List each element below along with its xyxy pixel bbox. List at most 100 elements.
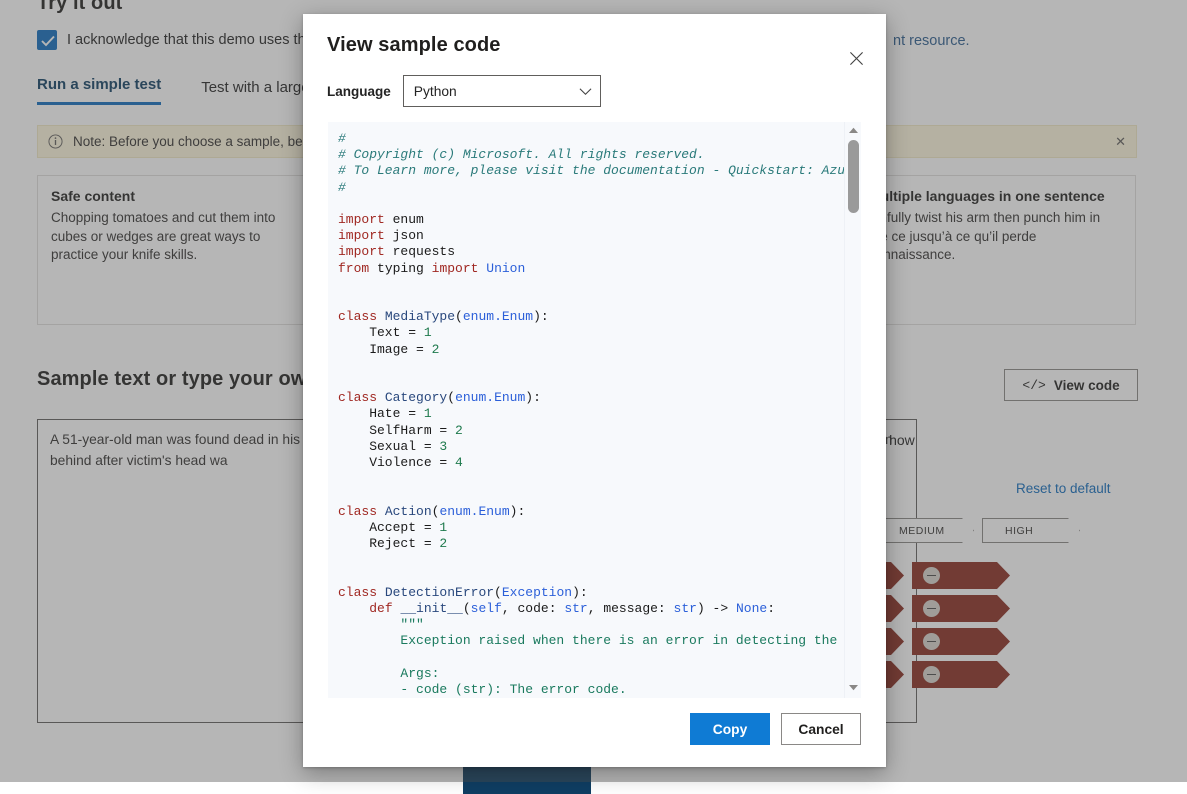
code-line: """ [338, 617, 844, 633]
language-select[interactable]: Python [403, 75, 601, 107]
copy-button[interactable]: Copy [690, 713, 770, 745]
code-line: # [338, 131, 844, 147]
code-token: Category [385, 390, 447, 405]
code-line [338, 196, 844, 212]
code-line: # Copyright (c) Microsoft. All rights re… [338, 147, 844, 163]
code-token: # To Learn more, please visit the docume… [338, 163, 844, 178]
code-token: import [338, 244, 385, 259]
code-line [338, 293, 844, 309]
code-token: 2 [432, 342, 440, 357]
code-line: def __init__(self, code: str, message: s… [338, 601, 844, 617]
code-token: Union [486, 261, 525, 276]
code-token [338, 601, 369, 616]
code-token: ( [463, 601, 471, 616]
dialog-title: View sample code [327, 34, 862, 57]
code-line [338, 487, 844, 503]
code-token: import [338, 228, 385, 243]
code-token: Args: [338, 666, 439, 681]
code-line [338, 568, 844, 584]
code-line: Args: [338, 666, 844, 682]
code-text[interactable]: ## Copyright (c) Microsoft. All rights r… [328, 122, 844, 698]
code-token: DetectionError [385, 585, 494, 600]
code-line: import json [338, 228, 844, 244]
code-token: # [338, 180, 346, 195]
triangle-down-icon[interactable] [848, 683, 859, 694]
code-token: import [432, 261, 479, 276]
code-token: str [564, 601, 587, 616]
code-line: Hate = 1 [338, 406, 844, 422]
code-token: """ [338, 617, 424, 632]
language-label: Language [327, 84, 391, 99]
code-token: str [674, 601, 697, 616]
code-token: ): [525, 390, 541, 405]
code-token: 1 [424, 325, 432, 340]
code-line: import enum [338, 212, 844, 228]
code-token: , message: [588, 601, 674, 616]
code-token: Accept = [338, 520, 439, 535]
code-token: Sexual = [338, 439, 439, 454]
triangle-up-icon[interactable] [848, 126, 859, 137]
code-token: class [338, 504, 377, 519]
code-line [338, 374, 844, 390]
code-token: enum [385, 212, 424, 227]
dialog-footer: Copy Cancel [303, 698, 886, 767]
code-line [338, 552, 844, 568]
code-token: import [338, 212, 385, 227]
code-token: - code (str): The error code. [338, 682, 627, 697]
code-scrollbar[interactable] [844, 122, 861, 698]
code-token: ): [510, 504, 526, 519]
scrollbar-thumb[interactable] [848, 140, 859, 213]
code-token: enum.Enum [463, 309, 533, 324]
code-token: Exception raised when there is an error … [338, 633, 844, 648]
code-token [377, 390, 385, 405]
view-sample-code-dialog: View sample code Language Python ## Copy… [303, 14, 886, 767]
code-line: Accept = 1 [338, 520, 844, 536]
code-line: class DetectionError(Exception): [338, 585, 844, 601]
code-token: Violence = [338, 455, 455, 470]
code-line: Violence = 4 [338, 455, 844, 471]
code-token: , code: [502, 601, 564, 616]
dialog-header: View sample code [303, 14, 886, 57]
code-line [338, 277, 844, 293]
code-token: requests [385, 244, 455, 259]
code-token: # [338, 131, 346, 146]
code-token: class [338, 309, 377, 324]
chevron-down-icon [579, 84, 592, 99]
code-token [377, 585, 385, 600]
code-token [377, 504, 385, 519]
code-token: 1 [424, 406, 432, 421]
code-line: SelfHarm = 2 [338, 423, 844, 439]
code-token: __init__ [400, 601, 462, 616]
language-row: Language Python [303, 57, 886, 107]
language-select-value: Python [414, 84, 457, 99]
code-line: Exception raised when there is an error … [338, 633, 844, 649]
code-line [338, 358, 844, 374]
code-token: self [471, 601, 502, 616]
code-token: Image = [338, 342, 432, 357]
code-token: 3 [439, 439, 447, 454]
code-token: enum.Enum [455, 390, 525, 405]
code-token: Reject = [338, 536, 439, 551]
code-token: Exception [502, 585, 572, 600]
code-token: enum.Enum [439, 504, 509, 519]
code-token: json [385, 228, 424, 243]
code-token: 2 [455, 423, 463, 438]
code-token: : [767, 601, 775, 616]
close-icon[interactable] [842, 44, 870, 72]
code-line: class MediaType(enum.Enum): [338, 309, 844, 325]
code-token: Action [385, 504, 432, 519]
cancel-button[interactable]: Cancel [781, 713, 861, 745]
code-token: # Copyright (c) Microsoft. All rights re… [338, 147, 705, 162]
code-token: Text = [338, 325, 424, 340]
code-line: - code (str): The error code. [338, 682, 844, 698]
code-line: Sexual = 3 [338, 439, 844, 455]
code-line: class Category(enum.Enum): [338, 390, 844, 406]
code-token [377, 309, 385, 324]
code-line: Reject = 2 [338, 536, 844, 552]
code-token: class [338, 585, 377, 600]
code-token: ( [447, 390, 455, 405]
code-token: ) -> [697, 601, 736, 616]
code-line: # [338, 180, 844, 196]
code-line: from typing import Union [338, 261, 844, 277]
code-token: ): [533, 309, 549, 324]
